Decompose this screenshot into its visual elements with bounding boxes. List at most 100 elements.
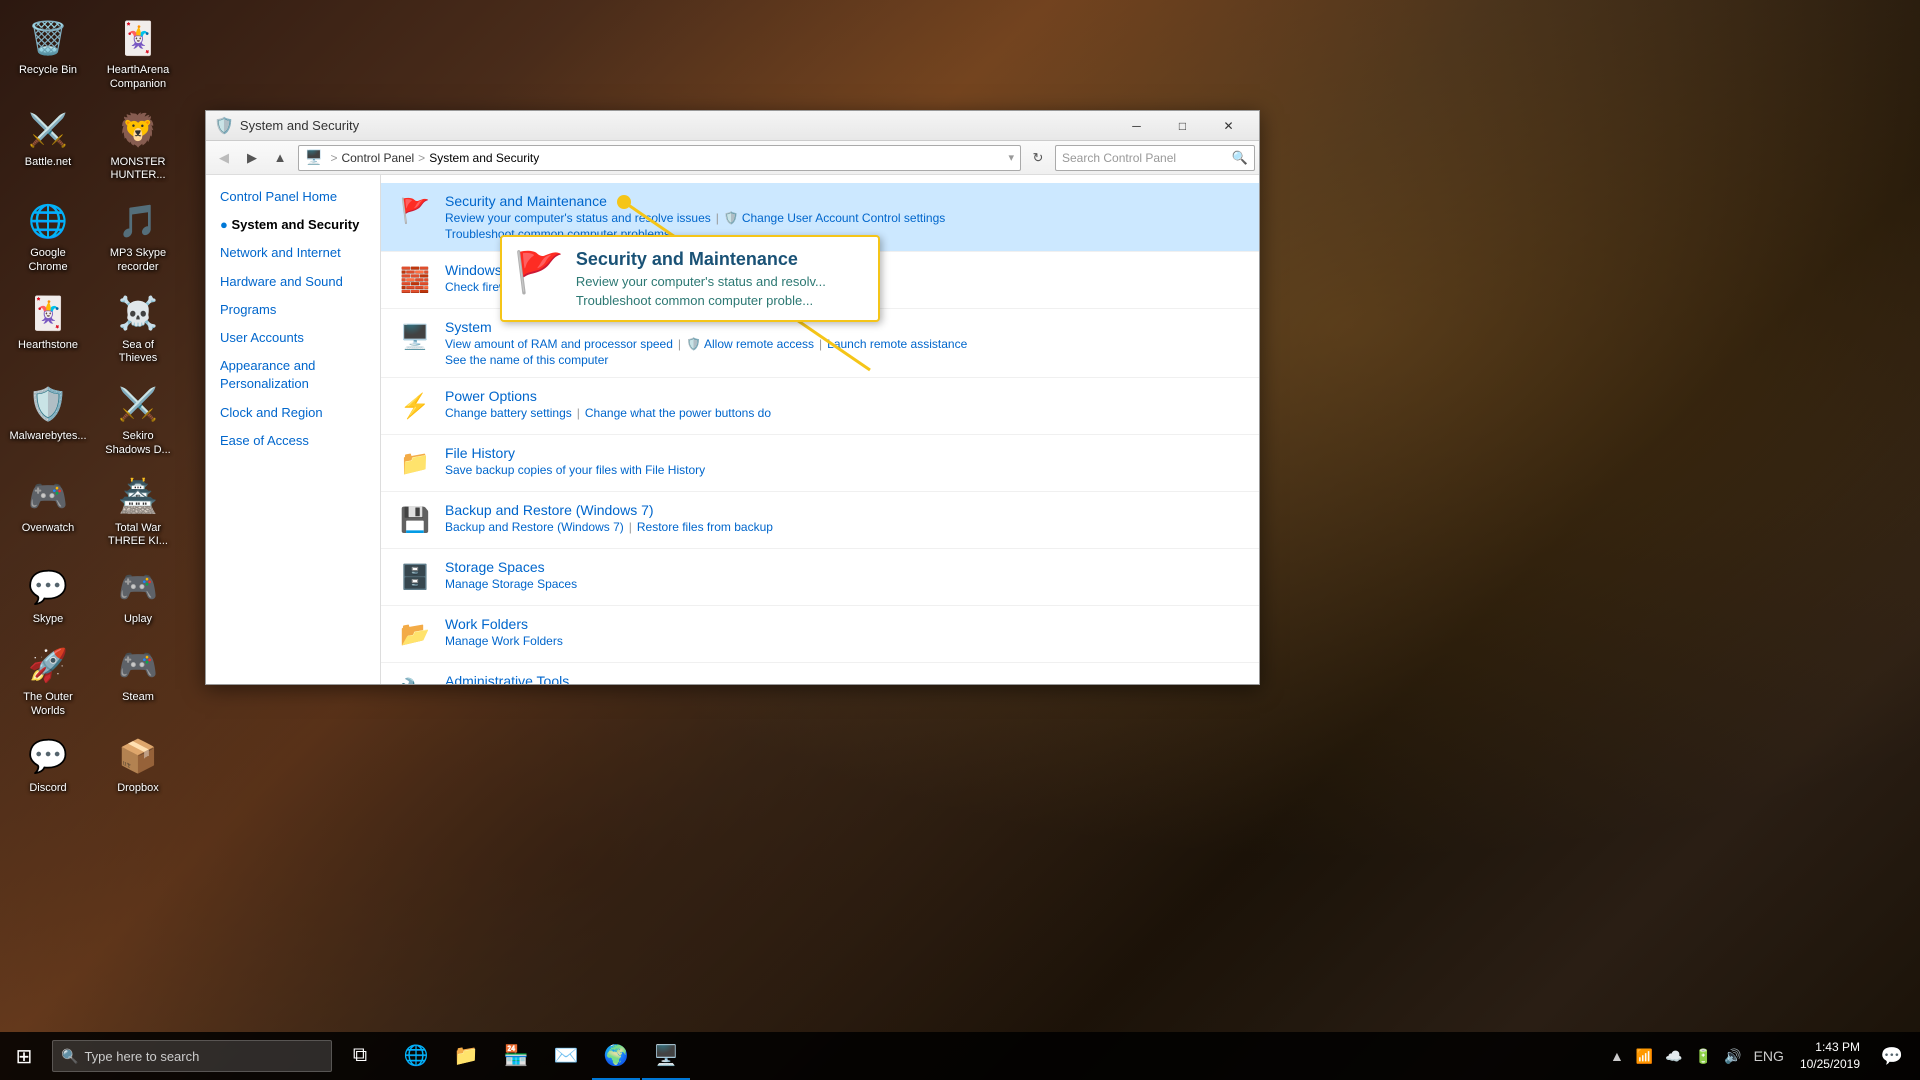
- address-bar[interactable]: 🖥️ > Control Panel > System and Security…: [298, 145, 1021, 171]
- desktop-icon-skype[interactable]: 💬 Skype: [8, 557, 88, 631]
- desktop-icon-total-war[interactable]: 🏯 Total War THREE KI...: [98, 466, 178, 554]
- refresh-button[interactable]: ↻: [1025, 145, 1051, 171]
- desktop-icon-sekiro[interactable]: ⚔️ Sekiro Shadows D...: [98, 374, 178, 462]
- desktop-icon-sea-of-thieves[interactable]: ☠️ Sea of Thieves: [98, 283, 178, 371]
- tray-network-icon[interactable]: 📶: [1632, 1046, 1657, 1067]
- forward-button[interactable]: ▶: [238, 145, 266, 171]
- section-work-folders[interactable]: 📂 Work Folders Manage Work Folders: [381, 606, 1259, 663]
- backup-restore-title[interactable]: Backup and Restore (Windows 7): [445, 502, 1243, 518]
- link-manage-work-folders[interactable]: Manage Work Folders: [445, 634, 563, 648]
- section-power-options[interactable]: ⚡ Power Options Change battery settings …: [381, 378, 1259, 435]
- desktop-icon-outer-worlds[interactable]: 🚀 The Outer Worlds: [8, 635, 88, 723]
- section-storage-spaces[interactable]: 🗄️ Storage Spaces Manage Storage Spaces: [381, 549, 1259, 606]
- dropbox-icon: 📦: [114, 732, 162, 780]
- tooltip-title: Security and Maintenance: [576, 249, 826, 270]
- desktop-icon-overwatch[interactable]: 🎮 Overwatch: [8, 466, 88, 554]
- link-remote-access[interactable]: Allow remote access: [704, 337, 814, 351]
- file-history-title[interactable]: File History: [445, 445, 1243, 461]
- link-file-history-backup[interactable]: Save backup copies of your files with Fi…: [445, 463, 705, 477]
- maximize-button[interactable]: □: [1160, 111, 1205, 141]
- section-admin-tools[interactable]: 🔧 Administrative Tools Free up disk spac…: [381, 663, 1259, 684]
- taskbar-search[interactable]: 🔍 Type here to search: [52, 1040, 332, 1072]
- sidebar-item-clock-region[interactable]: Clock and Region: [206, 399, 380, 427]
- tray-volume-icon[interactable]: 🔊: [1720, 1046, 1745, 1067]
- sidebar-item-system-security[interactable]: System and Security: [206, 211, 380, 239]
- total-war-icon: 🏯: [114, 472, 162, 520]
- power-options-title[interactable]: Power Options: [445, 388, 1243, 404]
- taskbar-chrome-button[interactable]: 🌍: [592, 1032, 640, 1080]
- desktop-icon-recycle-bin[interactable]: 🗑️ Recycle Bin: [8, 8, 88, 96]
- tray-language-icon[interactable]: ENG: [1750, 1046, 1788, 1066]
- desktop-icon-malwarebytes[interactable]: 🛡️ Malwarebytes...: [8, 374, 88, 462]
- search-control[interactable]: Search Control Panel 🔍: [1055, 145, 1255, 171]
- link-remote-assistance[interactable]: Launch remote assistance: [827, 337, 967, 351]
- search-placeholder: Search Control Panel: [1062, 151, 1232, 165]
- tooltip-popup: 🚩 Security and Maintenance Review your c…: [500, 235, 880, 322]
- sidebar-item-programs[interactable]: Programs: [206, 296, 380, 324]
- desktop-icon-battle-net[interactable]: ⚔️ Battle.net: [8, 100, 88, 188]
- link-battery-settings[interactable]: Change battery settings: [445, 406, 572, 420]
- desktop-icon-steam[interactable]: 🎮 Steam: [98, 635, 178, 723]
- taskbar-mail-button[interactable]: ✉️: [542, 1032, 590, 1080]
- overwatch-label: Overwatch: [22, 522, 75, 536]
- tray-battery-icon[interactable]: 🔋: [1691, 1046, 1716, 1067]
- taskbar-edge-button[interactable]: 🌐: [392, 1032, 440, 1080]
- breadcrumb-system-security[interactable]: System and Security: [429, 151, 539, 165]
- outer-worlds-icon: 🚀: [24, 641, 72, 689]
- tray-clock[interactable]: 1:43 PM 10/25/2019: [1792, 1039, 1868, 1073]
- backup-restore-links: Backup and Restore (Windows 7) | Restore…: [445, 520, 1243, 534]
- tray-cloud-icon[interactable]: ☁️: [1661, 1046, 1686, 1067]
- work-folders-title[interactable]: Work Folders: [445, 616, 1243, 632]
- system-links2: See the name of this computer: [445, 353, 1243, 367]
- work-folders-icon: 📂: [397, 616, 433, 652]
- sidebar-item-network-internet[interactable]: Network and Internet: [206, 239, 380, 267]
- admin-tools-title[interactable]: Administrative Tools: [445, 673, 1243, 684]
- desktop-icon-hearthstone-companion[interactable]: 🃏 HearthArena Companion: [98, 8, 178, 96]
- sidebar-item-ease-of-access[interactable]: Ease of Access: [206, 427, 380, 455]
- section-file-history[interactable]: 📁 File History Save backup copies of you…: [381, 435, 1259, 492]
- tray-chevron-icon[interactable]: ▲: [1606, 1046, 1628, 1066]
- link-power-buttons[interactable]: Change what the power buttons do: [585, 406, 771, 420]
- section-backup-restore[interactable]: 💾 Backup and Restore (Windows 7) Backup …: [381, 492, 1259, 549]
- link-ram-speed[interactable]: View amount of RAM and processor speed: [445, 337, 673, 351]
- mp3-skype-recorder-icon: 🎵: [114, 197, 162, 245]
- link-restore-files[interactable]: Restore files from backup: [637, 520, 773, 534]
- desktop-icon-mp3-skype-recorder[interactable]: 🎵 MP3 Skype recorder: [98, 191, 178, 279]
- desktop-icon-hearthstone[interactable]: 🃏 Hearthstone: [8, 283, 88, 371]
- taskbar-store-button[interactable]: 🏪: [492, 1032, 540, 1080]
- desktop-icon-uplay[interactable]: 🎮 Uplay: [98, 557, 178, 631]
- task-view-button[interactable]: ⧉: [336, 1032, 384, 1080]
- desktop-icon-monster-hunter[interactable]: 🦁 MONSTER HUNTER...: [98, 100, 178, 188]
- link-computer-name[interactable]: See the name of this computer: [445, 353, 608, 367]
- section-backup-restore-content: Backup and Restore (Windows 7) Backup an…: [445, 502, 1243, 534]
- back-button[interactable]: ◀: [210, 145, 238, 171]
- up-button[interactable]: ▲: [266, 145, 294, 171]
- storage-spaces-title[interactable]: Storage Spaces: [445, 559, 1243, 575]
- link-backup-restore[interactable]: Backup and Restore (Windows 7): [445, 520, 624, 534]
- sidebar-item-user-accounts[interactable]: User Accounts: [206, 324, 380, 352]
- file-history-links: Save backup copies of your files with Fi…: [445, 463, 1243, 477]
- close-button[interactable]: ✕: [1206, 111, 1251, 141]
- hearthstone-companion-icon: 🃏: [114, 14, 162, 62]
- battle-net-label: Battle.net: [25, 156, 71, 170]
- steam-label: Steam: [122, 691, 154, 705]
- start-button[interactable]: ⊞: [0, 1032, 48, 1080]
- desktop-icon-dropbox[interactable]: 📦 Dropbox: [98, 726, 178, 800]
- sidebar-item-hardware-sound[interactable]: Hardware and Sound: [206, 268, 380, 296]
- notification-button[interactable]: 💬: [1872, 1032, 1912, 1080]
- desktop-icon-google-chrome[interactable]: 🌐 Google Chrome: [8, 191, 88, 279]
- desktop-icon-discord[interactable]: 💬 Discord: [8, 726, 88, 800]
- security-maintenance-title[interactable]: Security and Maintenance: [445, 193, 1243, 209]
- taskbar-right: ▲ 📶 ☁️ 🔋 🔊 ENG 1:43 PM 10/25/2019 💬: [1606, 1032, 1920, 1080]
- link-review-status[interactable]: Review your computer's status and resolv…: [445, 211, 711, 225]
- breadcrumb-control-panel[interactable]: Control Panel: [341, 151, 414, 165]
- security-maintenance-icon: 🚩: [397, 193, 433, 229]
- control-panel-window: 🛡️ System and Security ─ □ ✕ ◀ ▶ ▲ 🖥️: [205, 110, 1260, 685]
- taskbar-system-button[interactable]: 🖥️: [642, 1032, 690, 1080]
- minimize-button[interactable]: ─: [1114, 111, 1159, 141]
- taskbar-explorer-button[interactable]: 📁: [442, 1032, 490, 1080]
- link-uac-settings[interactable]: Change User Account Control settings: [742, 211, 945, 225]
- link-manage-storage[interactable]: Manage Storage Spaces: [445, 577, 577, 591]
- sidebar-item-appearance-personalization[interactable]: Appearance and Personalization: [206, 352, 380, 398]
- sidebar-item-control-panel-home[interactable]: Control Panel Home: [206, 183, 380, 211]
